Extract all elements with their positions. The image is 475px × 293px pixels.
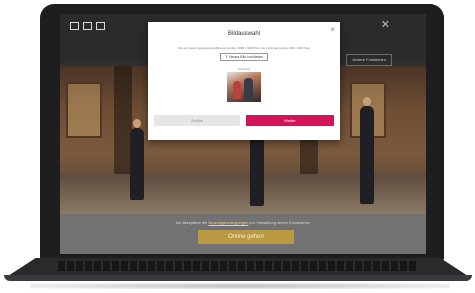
laptop-shadow bbox=[30, 283, 450, 289]
terms-text-after: zur Verwaltung dieser Kunstwerke bbox=[249, 220, 311, 225]
footer-area: Ich akzeptiere die Nutzungsbedingungen z… bbox=[60, 214, 426, 254]
view-mode-icon[interactable] bbox=[96, 22, 105, 30]
keyboard bbox=[58, 261, 418, 271]
screen: ✕ Andere Funktionen Ich akzeptiere die N… bbox=[60, 14, 426, 254]
upload-button-label: Neues Bild hochladen bbox=[229, 55, 264, 59]
terms-text-before: Ich akzeptiere die bbox=[175, 220, 208, 225]
close-icon[interactable]: × bbox=[330, 26, 335, 34]
thumbnail-figure bbox=[233, 81, 241, 99]
resolution-hint: Die am besten geeignete Auflösung beträg… bbox=[178, 46, 310, 50]
terms-link[interactable]: Nutzungsbedingungen bbox=[208, 220, 248, 225]
other-functions-button[interactable]: Andere Funktionen bbox=[346, 54, 392, 66]
view-mode-icons bbox=[70, 22, 105, 30]
go-online-button[interactable]: Online gehen bbox=[198, 230, 294, 244]
window bbox=[66, 82, 102, 138]
image-selection-dialog: Bildauswahl × Die am besten geeignete Au… bbox=[148, 22, 340, 140]
upload-icon: ⇪ bbox=[224, 54, 229, 59]
next-button[interactable]: Weiter bbox=[246, 115, 334, 126]
preview-label: Vorschau bbox=[237, 67, 251, 71]
thumbnail-figure bbox=[244, 78, 253, 100]
view-mode-icon[interactable] bbox=[83, 22, 92, 30]
back-button[interactable]: Zurück bbox=[154, 115, 240, 126]
person bbox=[360, 97, 374, 204]
person bbox=[130, 119, 144, 200]
view-mode-icon[interactable] bbox=[70, 22, 79, 30]
laptop-base-edge bbox=[4, 275, 472, 281]
preview-thumbnail[interactable] bbox=[227, 72, 261, 102]
close-icon[interactable]: ✕ bbox=[381, 20, 390, 31]
terms-text: Ich akzeptiere die Nutzungsbedingungen z… bbox=[60, 220, 426, 225]
dialog-title: Bildauswahl bbox=[227, 31, 261, 37]
upload-image-button[interactable]: ⇪Neues Bild hochladen bbox=[220, 53, 268, 61]
